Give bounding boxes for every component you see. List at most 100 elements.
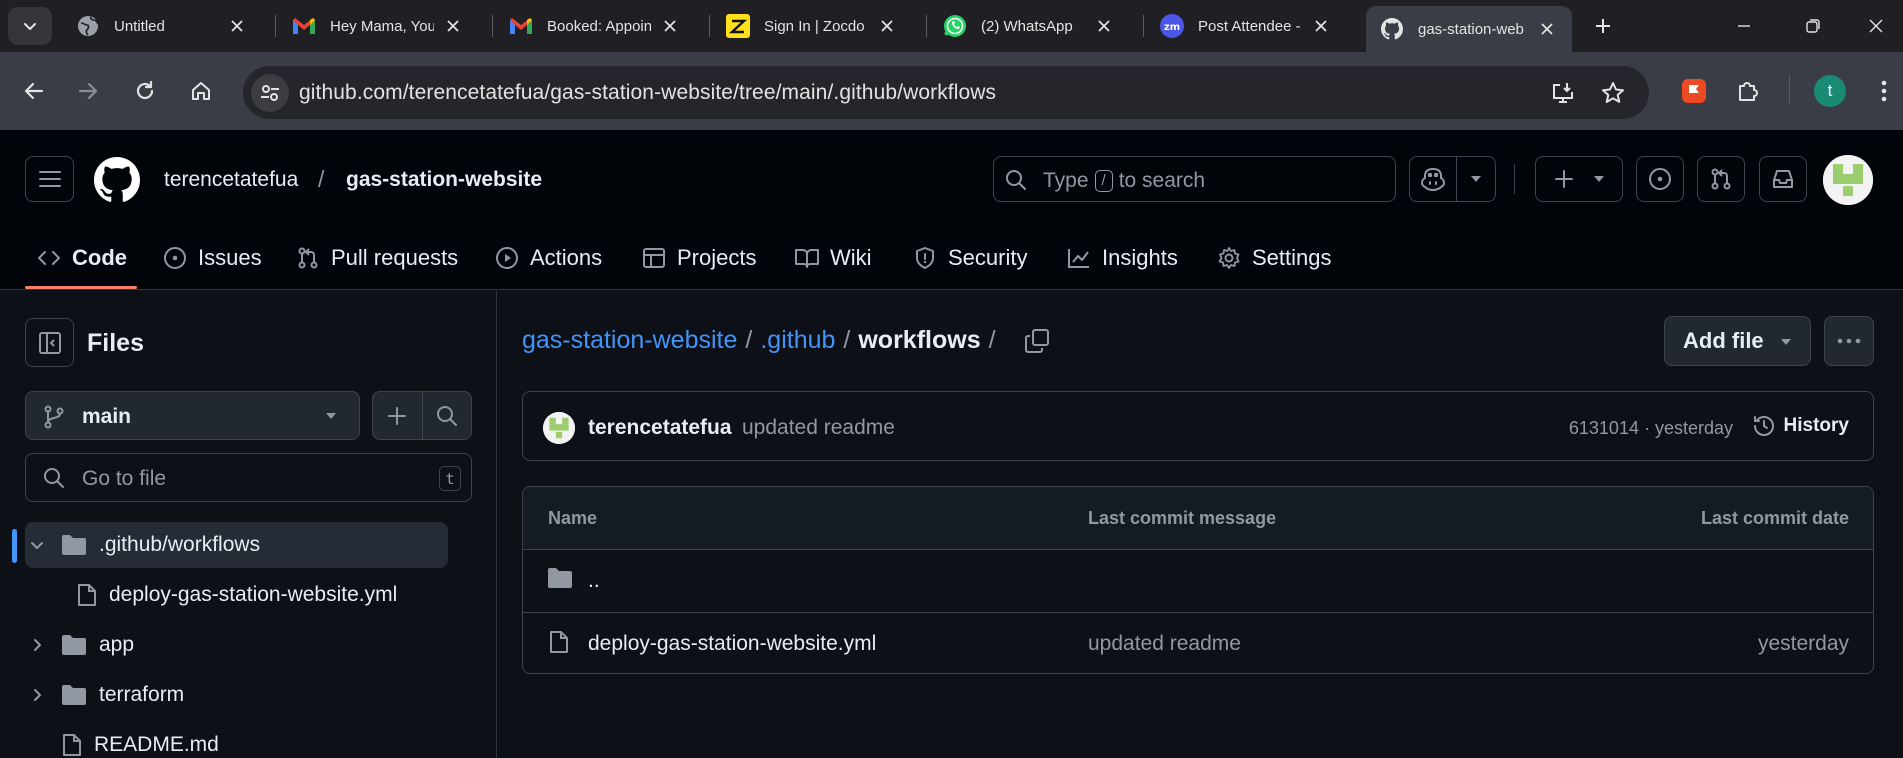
chevron-down-icon (31, 542, 43, 549)
file-commit-message-link[interactable]: updated readme (1088, 632, 1241, 656)
new-tab-button[interactable] (1588, 11, 1618, 41)
minimize-button[interactable] (1716, 0, 1772, 52)
breadcrumb-separator: / (843, 326, 851, 354)
home-button[interactable] (181, 71, 221, 111)
commit-message-link[interactable]: updated readme (742, 416, 895, 440)
browser-tab-zocdoc[interactable]: Sign In | Zocdo (712, 6, 912, 46)
browser-tab-zoom[interactable]: zm Post Attendee - (1146, 6, 1346, 46)
parent-directory-link[interactable]: .. (588, 569, 600, 593)
close-icon[interactable] (1310, 15, 1332, 37)
install-app-button[interactable] (1548, 78, 1578, 108)
tab-separator (1143, 15, 1144, 37)
address-bar[interactable]: github.com/terencetatefua/gas-station-we… (243, 66, 1649, 119)
branch-selector[interactable]: main (25, 391, 360, 440)
tab-actions[interactable]: Actions (494, 226, 602, 290)
tree-item-readme[interactable]: README.md (62, 722, 219, 758)
tree-item-app[interactable]: app (29, 622, 134, 668)
extension-button[interactable] (1674, 71, 1714, 111)
browser-tab-untitled[interactable]: Untitled (62, 6, 262, 46)
tab-label: Issues (198, 245, 262, 270)
close-icon[interactable] (1536, 18, 1558, 40)
copy-path-button[interactable] (1022, 324, 1052, 358)
hamburger-icon (38, 171, 61, 187)
pull-requests-shortcut-button[interactable] (1697, 156, 1745, 202)
more-options-button[interactable] (1824, 316, 1874, 366)
close-icon[interactable] (226, 15, 248, 37)
code-icon (36, 245, 62, 271)
table-row-parent-directory[interactable]: .. (523, 550, 1873, 612)
search-input[interactable]: Type / to search (993, 156, 1396, 202)
commit-author-avatar[interactable] (543, 412, 575, 444)
collapse-file-tree-button[interactable] (25, 318, 74, 367)
tab-pull-requests[interactable]: Pull requests (295, 226, 458, 290)
restore-button[interactable] (1785, 0, 1841, 52)
branch-name: main (82, 405, 132, 428)
tab-issues[interactable]: Issues (162, 226, 262, 290)
tab-separator (709, 15, 710, 37)
copilot-chat-button[interactable] (1410, 157, 1458, 201)
copy-icon (1025, 329, 1049, 353)
tab-security[interactable]: Security (912, 226, 1027, 290)
identicon-icon (1823, 155, 1873, 205)
user-avatar[interactable] (1823, 155, 1873, 205)
tab-search-button[interactable] (8, 7, 52, 45)
close-window-button[interactable] (1848, 0, 1903, 52)
profile-initial: t (1827, 81, 1833, 100)
add-file-tree-button[interactable] (373, 392, 422, 439)
github-logo[interactable] (94, 157, 140, 208)
copilot-menu-button[interactable] (1457, 157, 1495, 201)
column-header-message: Last commit message (1088, 508, 1277, 528)
issues-shortcut-button[interactable] (1636, 156, 1684, 202)
tab-code[interactable]: Code (36, 226, 127, 290)
triangle-down-icon (1781, 339, 1791, 345)
close-icon[interactable] (442, 15, 464, 37)
site-info-button[interactable] (251, 74, 289, 112)
star-icon (1602, 82, 1624, 103)
commit-author-link[interactable]: terencetatefua (588, 416, 732, 440)
file-name-link[interactable]: deploy-gas-station-website.yml (588, 632, 876, 656)
close-icon[interactable] (659, 15, 681, 37)
gmail-icon (292, 14, 316, 38)
tab-projects[interactable]: Projects (641, 226, 756, 290)
bookmark-button[interactable] (1598, 78, 1628, 108)
pull-request-icon (1711, 168, 1731, 190)
copilot-button[interactable] (1409, 156, 1496, 202)
tab-title: Post Attendee - (1198, 17, 1301, 35)
repo-name-link[interactable]: gas-station-website (346, 168, 542, 192)
back-button[interactable] (14, 71, 54, 111)
tree-item-deploy-yml[interactable]: deploy-gas-station-website.yml (77, 572, 397, 618)
profile-button[interactable]: t (1810, 71, 1850, 111)
table-row[interactable]: deploy-gas-station-website.yml updated r… (523, 612, 1873, 673)
tab-insights[interactable]: Insights (1066, 226, 1178, 290)
create-new-button[interactable] (1535, 156, 1623, 202)
browser-tab-gmail-1[interactable]: Hey Mama, You (278, 6, 478, 46)
extensions-menu-button[interactable] (1728, 71, 1768, 111)
tree-item-github-workflows[interactable]: .github/workflows (25, 522, 448, 568)
commit-sha-date[interactable]: 6131014 · yesterday (1569, 418, 1733, 439)
tab-settings[interactable]: Settings (1216, 226, 1332, 290)
search-icon (436, 405, 457, 426)
go-to-file-input[interactable]: Go to file t (25, 453, 472, 502)
search-tree-button[interactable] (421, 392, 472, 439)
close-icon[interactable] (876, 15, 898, 37)
reload-button[interactable] (125, 71, 165, 111)
browser-tab-github[interactable]: gas-station-web (1366, 6, 1572, 52)
global-menu-button[interactable] (25, 156, 74, 202)
close-icon[interactable] (1093, 15, 1115, 37)
breadcrumb-github-link[interactable]: .github (760, 326, 835, 355)
page-scrollbar[interactable] (1896, 291, 1903, 758)
browser-menu-button[interactable] (1864, 71, 1903, 111)
tree-item-terraform[interactable]: terraform (29, 672, 184, 718)
forward-button[interactable] (68, 71, 108, 111)
chevron-down-icon (24, 23, 36, 30)
history-button[interactable]: History (1752, 414, 1849, 438)
tab-wiki[interactable]: Wiki (794, 226, 872, 290)
breadcrumb-repo-link[interactable]: gas-station-website (522, 326, 737, 355)
browser-tab-gmail-2[interactable]: Booked: Appoin (495, 6, 695, 46)
gear-icon (1216, 245, 1242, 271)
tree-item-label: terraform (99, 683, 185, 706)
repo-owner-link[interactable]: terencetatefua (164, 168, 298, 192)
add-file-button[interactable]: Add file (1664, 316, 1811, 366)
inbox-button[interactable] (1759, 156, 1807, 202)
browser-tab-whatsapp[interactable]: (2) WhatsApp (929, 6, 1129, 46)
